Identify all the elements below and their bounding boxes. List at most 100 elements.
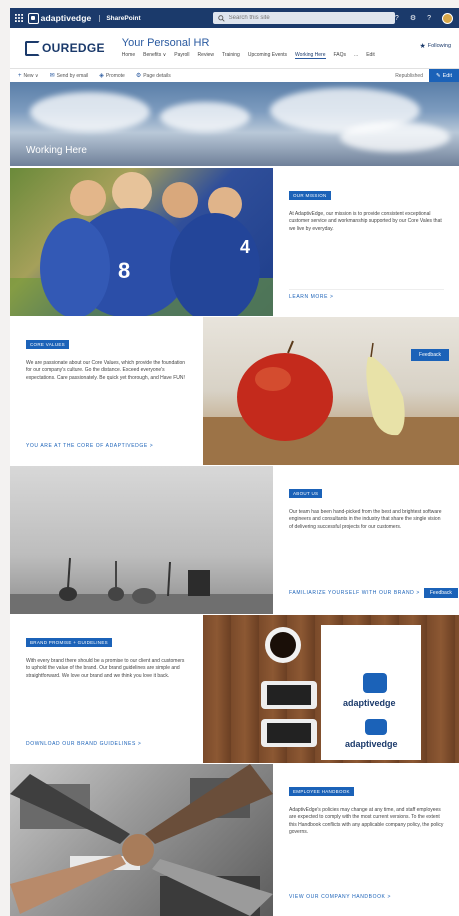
sharepoint-page: adaptivedge SharePoint ? ⚙ ? OUREDGE You… bbox=[10, 8, 459, 916]
new-label: New ∨ bbox=[23, 72, 39, 79]
section-body: With every brand there should be a promi… bbox=[26, 658, 185, 679]
search-icon bbox=[217, 14, 225, 22]
brand-promise-text-panel: BRAND PROMISE + GUIDELINES With every br… bbox=[10, 615, 203, 763]
cloud-shape bbox=[160, 102, 250, 132]
guitars-image bbox=[10, 466, 273, 614]
core-values-link[interactable]: YOU ARE AT THE CORE OF ADAPTIVEDGE > bbox=[26, 443, 153, 449]
svg-text:8: 8 bbox=[118, 258, 130, 283]
section-employee-handbook: EMPLOYEE HANDBOOK AdaptivEdge's policies… bbox=[10, 764, 459, 916]
brand-logo[interactable]: adaptivedge bbox=[27, 12, 92, 24]
follow-label: Following bbox=[427, 43, 451, 49]
new-button[interactable]: + New ∨ bbox=[18, 73, 39, 79]
learn-more-link[interactable]: LEARN MORE > bbox=[289, 294, 334, 300]
section-label: BRAND PROMISE + GUIDELINES bbox=[26, 638, 112, 647]
section-label: OUR MISSION bbox=[289, 191, 331, 200]
brand-name: adaptivedge bbox=[40, 13, 92, 23]
suite-actions: ? ⚙ ? bbox=[395, 12, 459, 24]
brand-link-row: FAMILIARIZE YOURSELF WITH OUR BRAND > Fe… bbox=[289, 588, 458, 598]
feedback-button[interactable]: Feedback bbox=[411, 349, 449, 361]
section-mission: 8 4 OUR MISSION At AdaptivEdge, our miss… bbox=[10, 168, 459, 316]
help-icon[interactable]: ? bbox=[395, 15, 399, 22]
promote-label: Promote bbox=[105, 72, 125, 79]
nav-review[interactable]: Review bbox=[198, 52, 214, 59]
mission-text-panel: OUR MISSION At AdaptivEdge, our mission … bbox=[273, 168, 459, 316]
desk-illustration bbox=[261, 625, 421, 760]
svg-text:4: 4 bbox=[240, 237, 250, 257]
nav-training[interactable]: Training bbox=[222, 52, 240, 59]
send-email-label: Send by email bbox=[56, 72, 89, 79]
section-body: We are passionate about our Core Values,… bbox=[26, 360, 186, 381]
search-input[interactable] bbox=[228, 15, 389, 21]
site-titles: Your Personal HR Home Benefits ∨ Payroll… bbox=[122, 37, 375, 59]
desk-brand-image: adaptivedge adaptivedge bbox=[203, 615, 459, 763]
page-details-label: Page details bbox=[143, 72, 171, 79]
site-logo-mark-icon bbox=[25, 40, 40, 56]
search-box[interactable] bbox=[212, 12, 395, 24]
suite-bar: adaptivedge SharePoint ? ⚙ ? bbox=[10, 8, 459, 28]
page-details-button[interactable]: ⚙ Page details bbox=[135, 72, 171, 80]
guitars-illustration bbox=[10, 557, 273, 614]
nav-upcoming-events[interactable]: Upcoming Events bbox=[248, 52, 287, 59]
question-icon[interactable]: ? bbox=[427, 15, 431, 22]
section-body: Our team has been hand-picked from the b… bbox=[289, 509, 442, 530]
divider bbox=[289, 289, 444, 290]
hero-banner: Working Here bbox=[10, 82, 459, 166]
nav-working-here[interactable]: Working Here bbox=[295, 52, 326, 59]
apple-image: Feedback bbox=[203, 317, 459, 465]
site-header: OUREDGE Your Personal HR Home Benefits ∨… bbox=[10, 28, 459, 68]
hero-title: Working Here bbox=[26, 145, 87, 156]
section-label: ABOUT US bbox=[289, 489, 323, 498]
team-hands-image bbox=[10, 764, 273, 916]
handbook-text-panel: EMPLOYEE HANDBOOK AdaptivEdge's policies… bbox=[273, 764, 459, 916]
hands-illustration bbox=[10, 764, 273, 916]
section-body: AdaptivEdge's policies may change at any… bbox=[289, 807, 444, 836]
section-label: EMPLOYEE HANDBOOK bbox=[289, 787, 354, 796]
avatar[interactable] bbox=[442, 12, 453, 24]
about-us-text-panel: ABOUT US Our team has been hand-picked f… bbox=[273, 466, 459, 614]
command-bar: + New ∨ ✉ Send by email ◈ Promote ⚙ Page det… bbox=[10, 68, 459, 83]
cloud-shape bbox=[340, 122, 450, 152]
nav-home[interactable]: Home bbox=[122, 52, 135, 59]
nav-faqs[interactable]: FAQs bbox=[334, 52, 347, 59]
pencil-icon: ✎ bbox=[435, 73, 441, 79]
site-navigation: Home Benefits ∨ Payroll Review Training … bbox=[122, 52, 375, 59]
core-values-text-panel: CORE VALUES We are passionate about our … bbox=[10, 317, 203, 465]
nav-more[interactable]: ... bbox=[354, 52, 358, 59]
section-label: CORE VALUES bbox=[26, 340, 69, 349]
nav-benefits[interactable]: Benefits ∨ bbox=[143, 52, 166, 59]
plus-icon: + bbox=[18, 72, 22, 79]
app-name[interactable]: SharePoint bbox=[99, 14, 141, 22]
star-icon: ★ bbox=[419, 43, 426, 50]
published-status: Republished bbox=[395, 73, 423, 79]
nav-payroll[interactable]: Payroll bbox=[174, 52, 189, 59]
gear-icon: ⚙ bbox=[135, 73, 142, 79]
section-core-values: CORE VALUES We are passionate about our … bbox=[10, 317, 459, 465]
edit-label: Edit bbox=[442, 73, 453, 79]
site-logo[interactable]: OUREDGE bbox=[25, 40, 105, 56]
site-logo-text: OUREDGE bbox=[42, 41, 105, 55]
familiarize-brand-link[interactable]: FAMILIARIZE YOURSELF WITH OUR BRAND > bbox=[289, 590, 420, 596]
cloud-shape bbox=[30, 92, 150, 132]
feedback-button[interactable]: Feedback bbox=[423, 588, 458, 598]
view-handbook-link[interactable]: VIEW OUR COMPANY HANDBOOK > bbox=[289, 894, 391, 900]
section-about-us: ABOUT US Our team has been hand-picked f… bbox=[10, 466, 459, 614]
team-huddle-image: 8 4 bbox=[10, 168, 273, 316]
brand-card-text: adaptivedge bbox=[345, 739, 398, 749]
apple-illustration bbox=[203, 340, 459, 465]
app-launcher-icon[interactable] bbox=[10, 8, 28, 28]
mail-icon: ✉ bbox=[49, 73, 55, 79]
kids-illustration: 8 4 bbox=[10, 172, 273, 316]
brand-card-text: adaptivedge bbox=[343, 698, 396, 708]
section-brand-promise: BRAND PROMISE + GUIDELINES With every br… bbox=[10, 615, 459, 763]
nav-edit[interactable]: Edit bbox=[366, 52, 375, 59]
settings-icon[interactable]: ⚙ bbox=[410, 14, 416, 22]
site-title[interactable]: Your Personal HR bbox=[122, 37, 375, 49]
brand-mark-icon bbox=[27, 12, 39, 24]
promote-button[interactable]: ◈ Promote bbox=[99, 72, 125, 80]
section-body: At AdaptivEdge, our mission is to provid… bbox=[289, 211, 442, 232]
send-email-button[interactable]: ✉ Send by email bbox=[49, 72, 89, 80]
follow-button[interactable]: ★ Following bbox=[419, 42, 451, 50]
megaphone-icon: ◈ bbox=[99, 73, 104, 79]
download-guidelines-link[interactable]: DOWNLOAD OUR BRAND GUIDELINES > bbox=[26, 741, 141, 747]
edit-button[interactable]: ✎ Edit bbox=[429, 69, 459, 83]
